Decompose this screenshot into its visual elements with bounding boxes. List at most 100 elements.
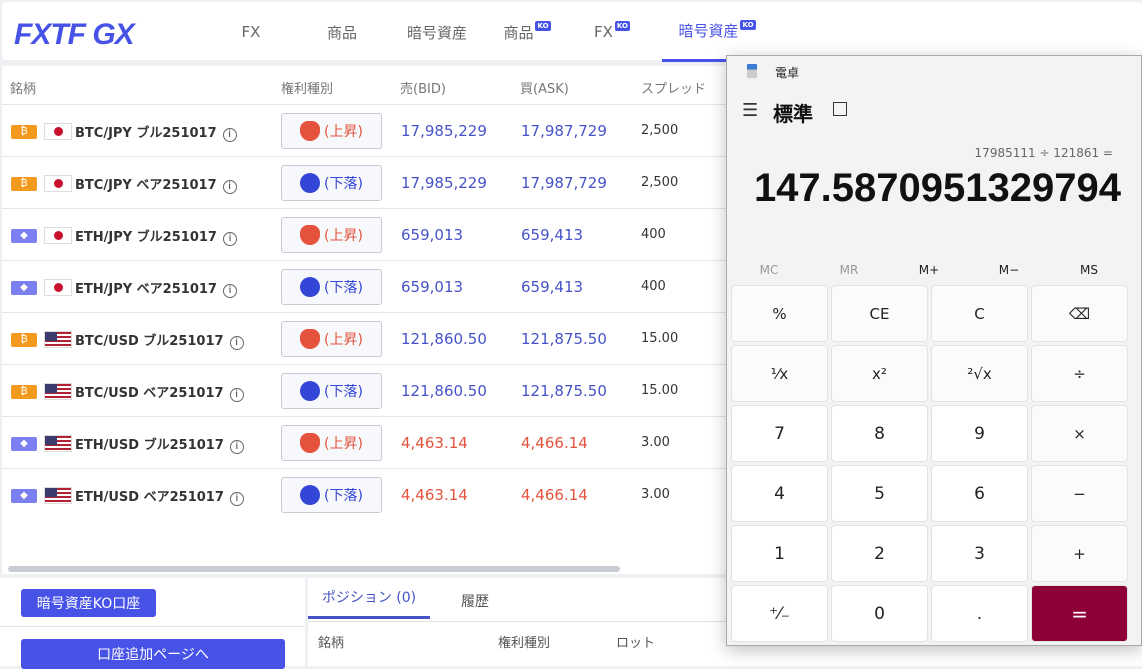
key-4[interactable]: 4 — [731, 465, 828, 522]
tab-5[interactable]: 暗号資産 KO — [662, 2, 772, 62]
memory-button-0[interactable]: MC — [729, 263, 809, 277]
ask-price[interactable]: 659,413 — [521, 278, 583, 296]
key-9[interactable]: 9 — [931, 405, 1028, 462]
key-2[interactable]: 2 — [831, 525, 928, 582]
key-3[interactable]: 3 — [931, 525, 1028, 582]
ask-price[interactable]: 17,987,729 — [521, 174, 607, 192]
symbol-name[interactable]: BTC/USD ベア251017 i — [75, 382, 244, 402]
symbol-name[interactable]: BTC/USD ブル251017 i — [75, 330, 244, 350]
key-square[interactable]: x² — [831, 345, 928, 402]
info-icon[interactable]: i — [222, 128, 237, 142]
tab-0[interactable]: FX — [216, 2, 286, 62]
key-negate[interactable]: ⁺⁄₋ — [731, 585, 828, 642]
key-divide[interactable]: ÷ — [1031, 345, 1128, 402]
crypto-ko-account-button[interactable]: 暗号資産KO口座 — [21, 589, 156, 617]
key-6[interactable]: 6 — [931, 465, 1028, 522]
bid-price[interactable]: 121,860.50 — [401, 382, 487, 400]
bear-type-button[interactable]: (下落) — [281, 269, 382, 305]
horizontal-scrollbar[interactable] — [8, 566, 620, 572]
info-icon[interactable]: i — [222, 284, 237, 298]
spread-value: 3.00 — [641, 487, 670, 502]
bull-type-button[interactable]: (上昇) — [281, 425, 382, 461]
bull-type-button[interactable]: (上昇) — [281, 321, 382, 357]
keep-on-top-icon[interactable] — [833, 102, 847, 116]
fxtf-gx-logo[interactable]: FXTF GX — [14, 18, 135, 52]
symbol-name[interactable]: BTC/JPY ベア251017 i — [75, 174, 237, 194]
bear-type-button[interactable]: (下落) — [281, 165, 382, 201]
bear-type-button[interactable]: (下落) — [281, 477, 382, 513]
add-account-button[interactable]: 口座追加ページへ — [21, 639, 285, 669]
bid-price[interactable]: 4,463.14 — [401, 434, 468, 452]
key-minus[interactable]: − — [1031, 465, 1128, 522]
key-8[interactable]: 8 — [831, 405, 928, 462]
bid-price[interactable]: 17,985,229 — [401, 122, 487, 140]
key-decimal[interactable]: . — [931, 585, 1028, 642]
window-title: 電卓 — [775, 66, 800, 80]
key-multiply[interactable]: × — [1031, 405, 1128, 462]
info-icon[interactable]: i — [229, 440, 244, 454]
symbol-name[interactable]: ETH/JPY ベア251017 i — [75, 278, 237, 298]
key-backspace[interactable]: ⌫ — [1031, 285, 1128, 342]
symbol-name[interactable]: ETH/JPY ブル251017 i — [75, 226, 237, 246]
type-label: (下落) — [324, 488, 363, 504]
ask-price[interactable]: 4,466.14 — [521, 486, 588, 504]
key-equals[interactable]: = — [1031, 585, 1128, 642]
hamburger-menu-icon[interactable]: ☰ — [742, 100, 758, 121]
bull-icon — [300, 225, 321, 245]
bid-price[interactable]: 121,860.50 — [401, 330, 487, 348]
type-label: (上昇) — [324, 124, 363, 140]
info-icon[interactable]: i — [222, 232, 237, 246]
spread-value: 400 — [641, 279, 666, 294]
tab-positions[interactable]: ポジション (0) — [308, 578, 430, 619]
memory-button-2[interactable]: M+ — [889, 263, 969, 277]
memory-button-1[interactable]: MR — [809, 263, 889, 277]
info-icon[interactable]: i — [229, 388, 244, 402]
key-reciprocal[interactable]: ¹⁄x — [731, 345, 828, 402]
ask-price[interactable]: 121,875.50 — [521, 382, 607, 400]
tab-history[interactable]: 履歴 — [461, 591, 489, 611]
bid-price[interactable]: 17,985,229 — [401, 174, 487, 192]
key-5[interactable]: 5 — [831, 465, 928, 522]
type-label: (上昇) — [324, 436, 363, 452]
divider — [0, 626, 305, 627]
memory-button-4[interactable]: MS — [1049, 263, 1129, 277]
symbol-label: ETH/USD ブル251017 — [75, 438, 224, 453]
info-icon[interactable]: i — [222, 180, 237, 194]
japan-flag-icon — [44, 279, 72, 296]
key-percent[interactable]: % — [731, 285, 828, 342]
ask-price[interactable]: 659,413 — [521, 226, 583, 244]
ask-price[interactable]: 121,875.50 — [521, 330, 607, 348]
key-0[interactable]: 0 — [831, 585, 928, 642]
symbol-name[interactable]: ETH/USD ブル251017 i — [75, 434, 244, 454]
bull-type-button[interactable]: (上昇) — [281, 113, 382, 149]
bid-price[interactable]: 4,463.14 — [401, 486, 468, 504]
ko-badge: KO — [614, 21, 630, 31]
info-icon[interactable]: i — [229, 492, 244, 506]
bid-price[interactable]: 659,013 — [401, 278, 463, 296]
tab-4[interactable]: FX KO — [572, 2, 652, 62]
bear-type-button[interactable]: (下落) — [281, 373, 382, 409]
symbol-name[interactable]: ETH/USD ベア251017 i — [75, 486, 244, 506]
key-1[interactable]: 1 — [731, 525, 828, 582]
bitcoin-icon: ₿ — [11, 177, 37, 191]
tab-1[interactable]: 商品 — [307, 2, 377, 62]
tab-2[interactable]: 暗号資産 — [387, 2, 487, 62]
key-7[interactable]: 7 — [731, 405, 828, 462]
tab-label: 商品 — [503, 23, 534, 42]
key-clear-entry[interactable]: CE — [831, 285, 928, 342]
ask-price[interactable]: 4,466.14 — [521, 434, 588, 452]
ethereum-icon: ◆ — [11, 437, 37, 451]
ask-price[interactable]: 17,987,729 — [521, 122, 607, 140]
symbol-name[interactable]: BTC/JPY ブル251017 i — [75, 122, 237, 142]
bear-icon — [300, 173, 321, 193]
ethereum-icon: ◆ — [11, 281, 37, 295]
bid-price[interactable]: 659,013 — [401, 226, 463, 244]
memory-button-3[interactable]: M− — [969, 263, 1049, 277]
info-icon[interactable]: i — [229, 336, 244, 350]
type-label: (下落) — [324, 176, 363, 192]
key-clear[interactable]: C — [931, 285, 1028, 342]
bull-type-button[interactable]: (上昇) — [281, 217, 382, 253]
key-square-root[interactable]: ²√x — [931, 345, 1028, 402]
key-plus[interactable]: + — [1031, 525, 1128, 582]
tab-3[interactable]: 商品 KO — [487, 2, 567, 62]
